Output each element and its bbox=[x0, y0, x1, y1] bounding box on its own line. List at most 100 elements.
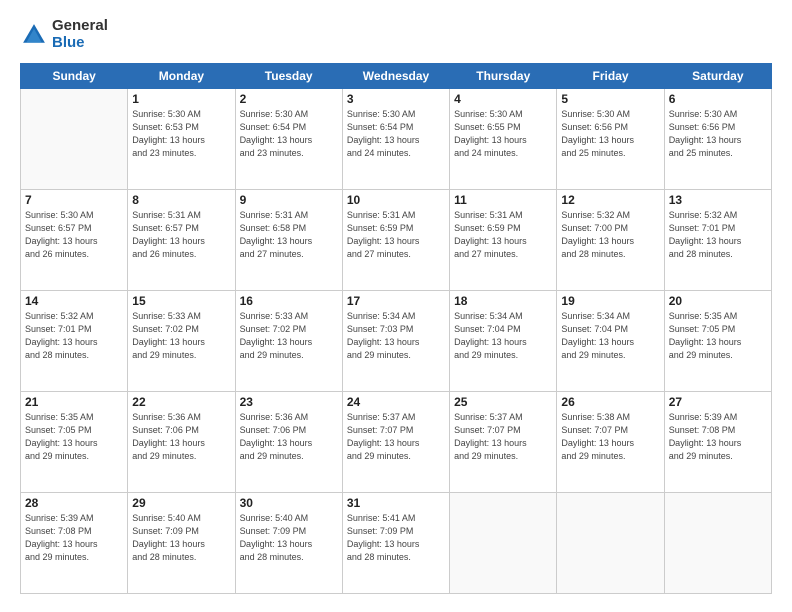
calendar-cell: 21 Sunrise: 5:35 AM Sunset: 7:05 PM Dayli… bbox=[21, 392, 128, 493]
calendar-cell: 10 Sunrise: 5:31 AM Sunset: 6:59 PM Dayli… bbox=[342, 190, 449, 291]
calendar-cell: 11 Sunrise: 5:31 AM Sunset: 6:59 PM Dayli… bbox=[450, 190, 557, 291]
calendar-cell: 3 Sunrise: 5:30 AM Sunset: 6:54 PM Daylig… bbox=[342, 89, 449, 190]
day-number: 26 bbox=[561, 395, 659, 409]
day-number: 14 bbox=[25, 294, 123, 308]
day-number: 23 bbox=[240, 395, 338, 409]
day-info: Sunrise: 5:35 AM Sunset: 7:05 PM Dayligh… bbox=[669, 310, 767, 362]
day-info: Sunrise: 5:32 AM Sunset: 7:01 PM Dayligh… bbox=[669, 209, 767, 261]
day-number: 31 bbox=[347, 496, 445, 510]
calendar-cell bbox=[21, 89, 128, 190]
weekday-monday: Monday bbox=[128, 64, 235, 89]
day-number: 27 bbox=[669, 395, 767, 409]
day-info: Sunrise: 5:39 AM Sunset: 7:08 PM Dayligh… bbox=[669, 411, 767, 463]
day-info: Sunrise: 5:37 AM Sunset: 7:07 PM Dayligh… bbox=[454, 411, 552, 463]
calendar-cell: 27 Sunrise: 5:39 AM Sunset: 7:08 PM Dayli… bbox=[664, 392, 771, 493]
week-row-3: 14 Sunrise: 5:32 AM Sunset: 7:01 PM Dayli… bbox=[21, 291, 772, 392]
header: General Blue bbox=[20, 18, 772, 51]
calendar-cell: 15Sunrise: 5:33 AM Sunset: 7:02 PM Dayli… bbox=[128, 291, 235, 392]
day-number: 24 bbox=[347, 395, 445, 409]
calendar-cell: 7 Sunrise: 5:30 AM Sunset: 6:57 PM Daylig… bbox=[21, 190, 128, 291]
calendar-cell: 13Sunrise: 5:32 AM Sunset: 7:01 PM Dayli… bbox=[664, 190, 771, 291]
weekday-saturday: Saturday bbox=[664, 64, 771, 89]
day-info: Sunrise: 5:30 AM Sunset: 6:56 PM Dayligh… bbox=[561, 108, 659, 160]
day-number: 18 bbox=[454, 294, 552, 308]
calendar-cell: 1 Sunrise: 5:30 AM Sunset: 6:53 PM Daylig… bbox=[128, 89, 235, 190]
day-info: Sunrise: 5:34 AM Sunset: 7:03 PM Dayligh… bbox=[347, 310, 445, 362]
day-info: Sunrise: 5:38 AM Sunset: 7:07 PM Dayligh… bbox=[561, 411, 659, 463]
day-info: Sunrise: 5:35 AM Sunset: 7:05 PM Dayligh… bbox=[25, 411, 123, 463]
day-number: 19 bbox=[561, 294, 659, 308]
day-number: 15 bbox=[132, 294, 230, 308]
logo-icon bbox=[20, 21, 48, 49]
weekday-tuesday: Tuesday bbox=[235, 64, 342, 89]
day-info: Sunrise: 5:30 AM Sunset: 6:54 PM Dayligh… bbox=[240, 108, 338, 160]
day-info: Sunrise: 5:34 AM Sunset: 7:04 PM Dayligh… bbox=[561, 310, 659, 362]
day-info: Sunrise: 5:40 AM Sunset: 7:09 PM Dayligh… bbox=[240, 512, 338, 564]
day-number: 3 bbox=[347, 92, 445, 106]
weekday-header-row: SundayMondayTuesdayWednesdayThursdayFrid… bbox=[21, 64, 772, 89]
day-number: 4 bbox=[454, 92, 552, 106]
calendar-cell: 22 Sunrise: 5:36 AM Sunset: 7:06 PM Dayli… bbox=[128, 392, 235, 493]
logo-text: General Blue bbox=[52, 18, 108, 51]
week-row-2: 7 Sunrise: 5:30 AM Sunset: 6:57 PM Daylig… bbox=[21, 190, 772, 291]
calendar-cell: 17 Sunrise: 5:34 AM Sunset: 7:03 PM Dayli… bbox=[342, 291, 449, 392]
day-info: Sunrise: 5:40 AM Sunset: 7:09 PM Dayligh… bbox=[132, 512, 230, 564]
day-number: 28 bbox=[25, 496, 123, 510]
day-info: Sunrise: 5:31 AM Sunset: 6:59 PM Dayligh… bbox=[347, 209, 445, 261]
day-number: 29 bbox=[132, 496, 230, 510]
day-info: Sunrise: 5:32 AM Sunset: 7:01 PM Dayligh… bbox=[25, 310, 123, 362]
day-number: 6 bbox=[669, 92, 767, 106]
day-info: Sunrise: 5:31 AM Sunset: 6:57 PM Dayligh… bbox=[132, 209, 230, 261]
weekday-thursday: Thursday bbox=[450, 64, 557, 89]
day-info: Sunrise: 5:31 AM Sunset: 6:58 PM Dayligh… bbox=[240, 209, 338, 261]
weekday-wednesday: Wednesday bbox=[342, 64, 449, 89]
day-number: 1 bbox=[132, 92, 230, 106]
week-row-5: 28Sunrise: 5:39 AM Sunset: 7:08 PM Dayli… bbox=[21, 493, 772, 594]
calendar-cell: 19 Sunrise: 5:34 AM Sunset: 7:04 PM Dayli… bbox=[557, 291, 664, 392]
calendar-cell: 14 Sunrise: 5:32 AM Sunset: 7:01 PM Dayli… bbox=[21, 291, 128, 392]
calendar-cell bbox=[664, 493, 771, 594]
day-number: 20 bbox=[669, 294, 767, 308]
day-number: 30 bbox=[240, 496, 338, 510]
day-info: Sunrise: 5:32 AM Sunset: 7:00 PM Dayligh… bbox=[561, 209, 659, 261]
day-info: Sunrise: 5:30 AM Sunset: 6:57 PM Dayligh… bbox=[25, 209, 123, 261]
calendar-cell: 9Sunrise: 5:31 AM Sunset: 6:58 PM Daylig… bbox=[235, 190, 342, 291]
day-info: Sunrise: 5:34 AM Sunset: 7:04 PM Dayligh… bbox=[454, 310, 552, 362]
day-info: Sunrise: 5:30 AM Sunset: 6:56 PM Dayligh… bbox=[669, 108, 767, 160]
day-number: 10 bbox=[347, 193, 445, 207]
day-info: Sunrise: 5:30 AM Sunset: 6:53 PM Dayligh… bbox=[132, 108, 230, 160]
day-info: Sunrise: 5:41 AM Sunset: 7:09 PM Dayligh… bbox=[347, 512, 445, 564]
day-number: 22 bbox=[132, 395, 230, 409]
day-info: Sunrise: 5:30 AM Sunset: 6:55 PM Dayligh… bbox=[454, 108, 552, 160]
calendar-cell bbox=[557, 493, 664, 594]
calendar-cell: 18 Sunrise: 5:34 AM Sunset: 7:04 PM Dayli… bbox=[450, 291, 557, 392]
week-row-1: 1 Sunrise: 5:30 AM Sunset: 6:53 PM Daylig… bbox=[21, 89, 772, 190]
page: General Blue SundayMondayTuesdayWednesda… bbox=[0, 0, 792, 612]
calendar-cell bbox=[450, 493, 557, 594]
day-number: 25 bbox=[454, 395, 552, 409]
calendar-cell: 8 Sunrise: 5:31 AM Sunset: 6:57 PM Daylig… bbox=[128, 190, 235, 291]
day-number: 8 bbox=[132, 193, 230, 207]
calendar-cell: 2Sunrise: 5:30 AM Sunset: 6:54 PM Daylig… bbox=[235, 89, 342, 190]
weekday-sunday: Sunday bbox=[21, 64, 128, 89]
day-number: 21 bbox=[25, 395, 123, 409]
calendar-cell: 30 Sunrise: 5:40 AM Sunset: 7:09 PM Dayli… bbox=[235, 493, 342, 594]
calendar-cell: 25 Sunrise: 5:37 AM Sunset: 7:07 PM Dayli… bbox=[450, 392, 557, 493]
calendar-cell: 20 Sunrise: 5:35 AM Sunset: 7:05 PM Dayli… bbox=[664, 291, 771, 392]
day-number: 12 bbox=[561, 193, 659, 207]
day-number: 17 bbox=[347, 294, 445, 308]
day-info: Sunrise: 5:37 AM Sunset: 7:07 PM Dayligh… bbox=[347, 411, 445, 463]
calendar-cell: 31 Sunrise: 5:41 AM Sunset: 7:09 PM Dayli… bbox=[342, 493, 449, 594]
day-info: Sunrise: 5:31 AM Sunset: 6:59 PM Dayligh… bbox=[454, 209, 552, 261]
day-info: Sunrise: 5:36 AM Sunset: 7:06 PM Dayligh… bbox=[132, 411, 230, 463]
day-info: Sunrise: 5:30 AM Sunset: 6:54 PM Dayligh… bbox=[347, 108, 445, 160]
calendar-cell: 6 Sunrise: 5:30 AM Sunset: 6:56 PM Daylig… bbox=[664, 89, 771, 190]
day-number: 16 bbox=[240, 294, 338, 308]
week-row-4: 21 Sunrise: 5:35 AM Sunset: 7:05 PM Dayli… bbox=[21, 392, 772, 493]
day-info: Sunrise: 5:36 AM Sunset: 7:06 PM Dayligh… bbox=[240, 411, 338, 463]
calendar-table: SundayMondayTuesdayWednesdayThursdayFrid… bbox=[20, 63, 772, 594]
day-number: 7 bbox=[25, 193, 123, 207]
day-number: 11 bbox=[454, 193, 552, 207]
calendar-cell: 24 Sunrise: 5:37 AM Sunset: 7:07 PM Dayli… bbox=[342, 392, 449, 493]
calendar-cell: 12 Sunrise: 5:32 AM Sunset: 7:00 PM Dayli… bbox=[557, 190, 664, 291]
